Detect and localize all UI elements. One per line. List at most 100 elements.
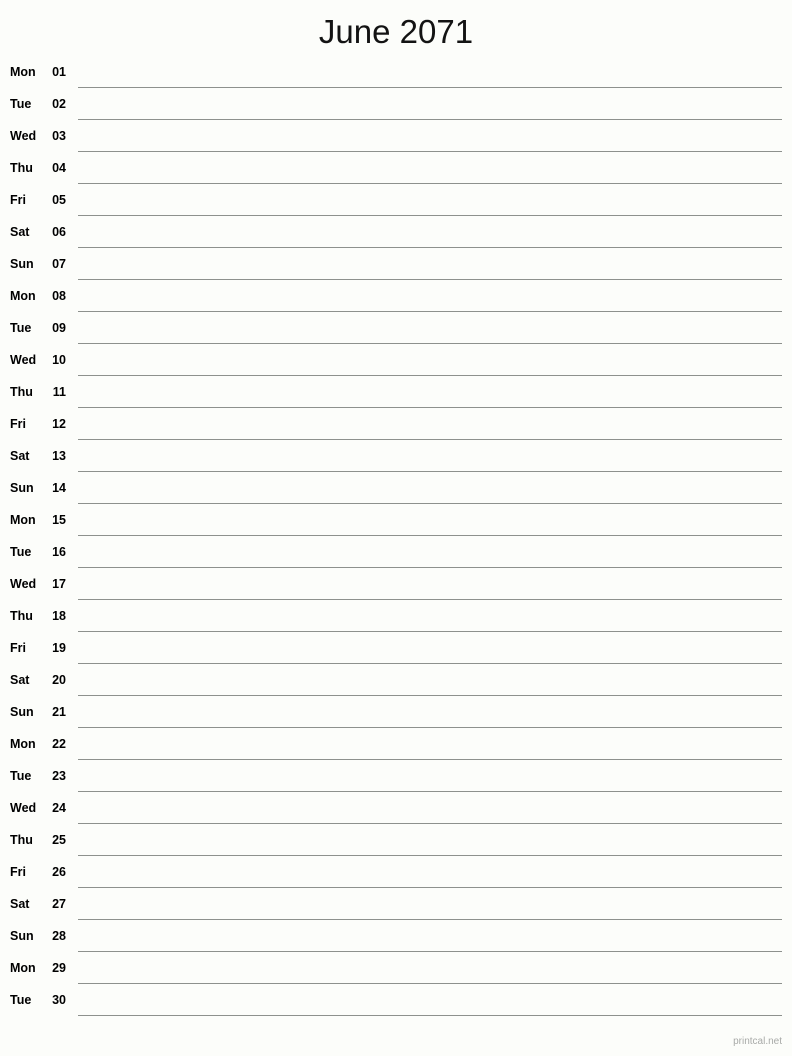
day-write-line[interactable]	[78, 87, 782, 88]
day-write-line[interactable]	[78, 311, 782, 312]
day-row[interactable]: Mon 01	[0, 60, 792, 92]
day-row[interactable]: Fri 26	[0, 860, 792, 892]
day-write-line[interactable]	[78, 695, 782, 696]
day-row[interactable]: Fri 19	[0, 636, 792, 668]
day-number-label: 08	[52, 289, 66, 303]
day-row[interactable]: Thu 04	[0, 156, 792, 188]
day-number-label: 10	[52, 353, 66, 367]
day-write-line[interactable]	[78, 823, 782, 824]
day-row[interactable]: Thu 18	[0, 604, 792, 636]
day-number-label: 22	[52, 737, 66, 751]
day-row[interactable]: Sun 07	[0, 252, 792, 284]
day-write-line[interactable]	[78, 791, 782, 792]
day-number-label: 18	[52, 609, 66, 623]
day-row[interactable]: Wed 24	[0, 796, 792, 828]
day-number-label: 13	[52, 449, 66, 463]
day-row[interactable]: Mon 29	[0, 956, 792, 988]
day-weekday-label: Tue	[10, 993, 32, 1007]
day-row[interactable]: Wed 03	[0, 124, 792, 156]
day-weekday-label: Mon	[10, 961, 36, 975]
day-row[interactable]: Tue 02	[0, 92, 792, 124]
day-number-label: 11	[52, 385, 66, 399]
day-write-line[interactable]	[78, 919, 782, 920]
day-write-line[interactable]	[78, 119, 782, 120]
day-weekday-label: Mon	[10, 737, 36, 751]
day-weekday-label: Sun	[10, 481, 34, 495]
day-write-line[interactable]	[78, 503, 782, 504]
day-row[interactable]: Tue 23	[0, 764, 792, 796]
day-number-label: 05	[52, 193, 66, 207]
day-write-line[interactable]	[78, 407, 782, 408]
day-number-label: 03	[52, 129, 66, 143]
day-row[interactable]: Tue 16	[0, 540, 792, 572]
day-write-line[interactable]	[78, 151, 782, 152]
day-write-line[interactable]	[78, 215, 782, 216]
day-number-label: 27	[52, 897, 66, 911]
day-write-line[interactable]	[78, 567, 782, 568]
day-number-label: 30	[52, 993, 66, 1007]
day-row[interactable]: Thu 25	[0, 828, 792, 860]
day-row[interactable]: Thu 11	[0, 380, 792, 412]
day-write-line[interactable]	[78, 1015, 782, 1016]
day-rows-list: Mon 01 Tue 02 Wed 03 Thu 04 Fri 05 Sat 06 Sun 07 Mon 08…	[0, 60, 792, 1020]
day-row[interactable]: Sat 13	[0, 444, 792, 476]
day-number-label: 02	[52, 97, 66, 111]
day-weekday-label: Sun	[10, 257, 34, 271]
day-weekday-label: Sat	[10, 673, 30, 687]
day-row[interactable]: Mon 22	[0, 732, 792, 764]
day-number-label: 19	[52, 641, 66, 655]
day-write-line[interactable]	[78, 951, 782, 952]
day-weekday-label: Sun	[10, 705, 34, 719]
day-write-line[interactable]	[78, 599, 782, 600]
day-weekday-label: Fri	[10, 641, 26, 655]
day-row[interactable]: Mon 08	[0, 284, 792, 316]
day-weekday-label: Mon	[10, 65, 36, 79]
day-row[interactable]: Tue 30	[0, 988, 792, 1020]
day-number-label: 09	[52, 321, 66, 335]
day-write-line[interactable]	[78, 855, 782, 856]
day-weekday-label: Tue	[10, 769, 32, 783]
day-row[interactable]: Wed 10	[0, 348, 792, 380]
day-write-line[interactable]	[78, 439, 782, 440]
day-weekday-label: Fri	[10, 417, 26, 431]
day-number-label: 16	[52, 545, 66, 559]
day-weekday-label: Thu	[10, 609, 33, 623]
day-row[interactable]: Sat 27	[0, 892, 792, 924]
day-write-line[interactable]	[78, 631, 782, 632]
day-number-label: 24	[52, 801, 66, 815]
day-row[interactable]: Wed 17	[0, 572, 792, 604]
day-write-line[interactable]	[78, 759, 782, 760]
day-write-line[interactable]	[78, 375, 782, 376]
day-row[interactable]: Mon 15	[0, 508, 792, 540]
day-write-line[interactable]	[78, 471, 782, 472]
day-write-line[interactable]	[78, 983, 782, 984]
day-write-line[interactable]	[78, 887, 782, 888]
day-number-label: 14	[52, 481, 66, 495]
day-write-line[interactable]	[78, 279, 782, 280]
day-row[interactable]: Sun 28	[0, 924, 792, 956]
day-weekday-label: Tue	[10, 545, 32, 559]
day-row[interactable]: Sat 06	[0, 220, 792, 252]
day-weekday-label: Tue	[10, 321, 32, 335]
day-row[interactable]: Sun 14	[0, 476, 792, 508]
day-write-line[interactable]	[78, 663, 782, 664]
day-row[interactable]: Fri 05	[0, 188, 792, 220]
day-row[interactable]: Fri 12	[0, 412, 792, 444]
day-number-label: 04	[52, 161, 66, 175]
day-number-label: 28	[52, 929, 66, 943]
day-number-label: 26	[52, 865, 66, 879]
day-write-line[interactable]	[78, 247, 782, 248]
day-write-line[interactable]	[78, 343, 782, 344]
day-weekday-label: Sun	[10, 929, 34, 943]
day-row[interactable]: Tue 09	[0, 316, 792, 348]
day-write-line[interactable]	[78, 535, 782, 536]
day-row[interactable]: Sun 21	[0, 700, 792, 732]
day-weekday-label: Wed	[10, 353, 37, 367]
day-write-line[interactable]	[78, 727, 782, 728]
day-write-line[interactable]	[78, 183, 782, 184]
day-number-label: 07	[52, 257, 66, 271]
day-row[interactable]: Sat 20	[0, 668, 792, 700]
day-weekday-label: Wed	[10, 577, 37, 591]
day-weekday-label: Sat	[10, 449, 30, 463]
day-weekday-label: Mon	[10, 513, 36, 527]
